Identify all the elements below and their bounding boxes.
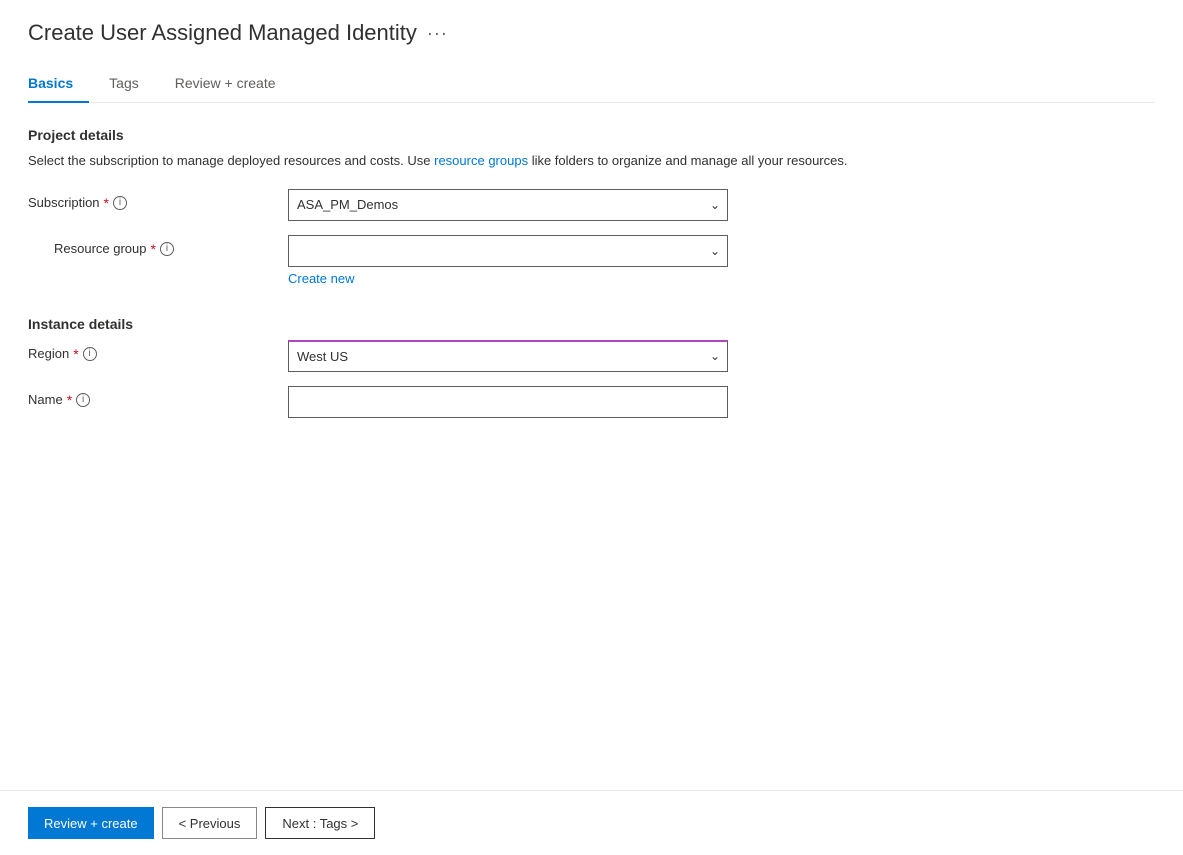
resource-group-required: *	[151, 241, 156, 257]
tab-bar: Basics Tags Review + create	[28, 66, 1155, 103]
resource-group-select[interactable]	[288, 235, 728, 267]
tab-basics[interactable]: Basics	[28, 67, 89, 103]
tab-review-create[interactable]: Review + create	[175, 67, 292, 103]
resource-group-label: Resource group	[54, 241, 147, 256]
ellipsis-menu-button[interactable]: ···	[427, 23, 448, 44]
next-button[interactable]: Next : Tags >	[265, 807, 375, 839]
region-label: Region	[28, 346, 69, 361]
region-control: West US East US West Europe East Asia ⌄	[288, 340, 728, 372]
resource-group-select-wrapper: ⌄	[288, 235, 728, 267]
subscription-select-wrapper: ASA_PM_Demos ⌄	[288, 189, 728, 221]
subscription-label-col: Subscription * i	[28, 189, 288, 211]
instance-details-heading: Instance details	[28, 316, 1155, 332]
resource-group-info-icon[interactable]: i	[160, 242, 174, 256]
region-select[interactable]: West US East US West Europe East Asia	[288, 340, 728, 372]
resource-groups-link[interactable]: resource groups	[434, 153, 528, 168]
subscription-info-icon[interactable]: i	[113, 196, 127, 210]
region-label-col: Region * i	[28, 340, 288, 362]
project-details-heading: Project details	[28, 127, 1155, 143]
name-info-icon[interactable]: i	[76, 393, 90, 407]
page-title: Create User Assigned Managed Identity	[28, 20, 417, 46]
subscription-label: Subscription	[28, 195, 100, 210]
tab-tags[interactable]: Tags	[109, 67, 155, 103]
subscription-required: *	[104, 195, 109, 211]
subscription-select[interactable]: ASA_PM_Demos	[288, 189, 728, 221]
project-details-description: Select the subscription to manage deploy…	[28, 151, 1155, 171]
name-control	[288, 386, 728, 418]
name-required: *	[67, 392, 72, 408]
subscription-control: ASA_PM_Demos ⌄	[288, 189, 728, 221]
footer: Review + create < Previous Next : Tags >	[0, 790, 1183, 855]
region-select-wrapper: West US East US West Europe East Asia ⌄	[288, 340, 728, 372]
previous-button[interactable]: < Previous	[162, 807, 258, 839]
resource-group-control: ⌄ Create new	[288, 235, 728, 286]
review-create-button[interactable]: Review + create	[28, 807, 154, 839]
name-input[interactable]	[288, 386, 728, 418]
region-info-icon[interactable]: i	[83, 347, 97, 361]
resource-group-label-col: Resource group * i	[28, 235, 288, 257]
name-label-col: Name * i	[28, 386, 288, 408]
region-required: *	[73, 346, 78, 362]
create-new-resource-group-link[interactable]: Create new	[288, 271, 728, 286]
name-label: Name	[28, 392, 63, 407]
